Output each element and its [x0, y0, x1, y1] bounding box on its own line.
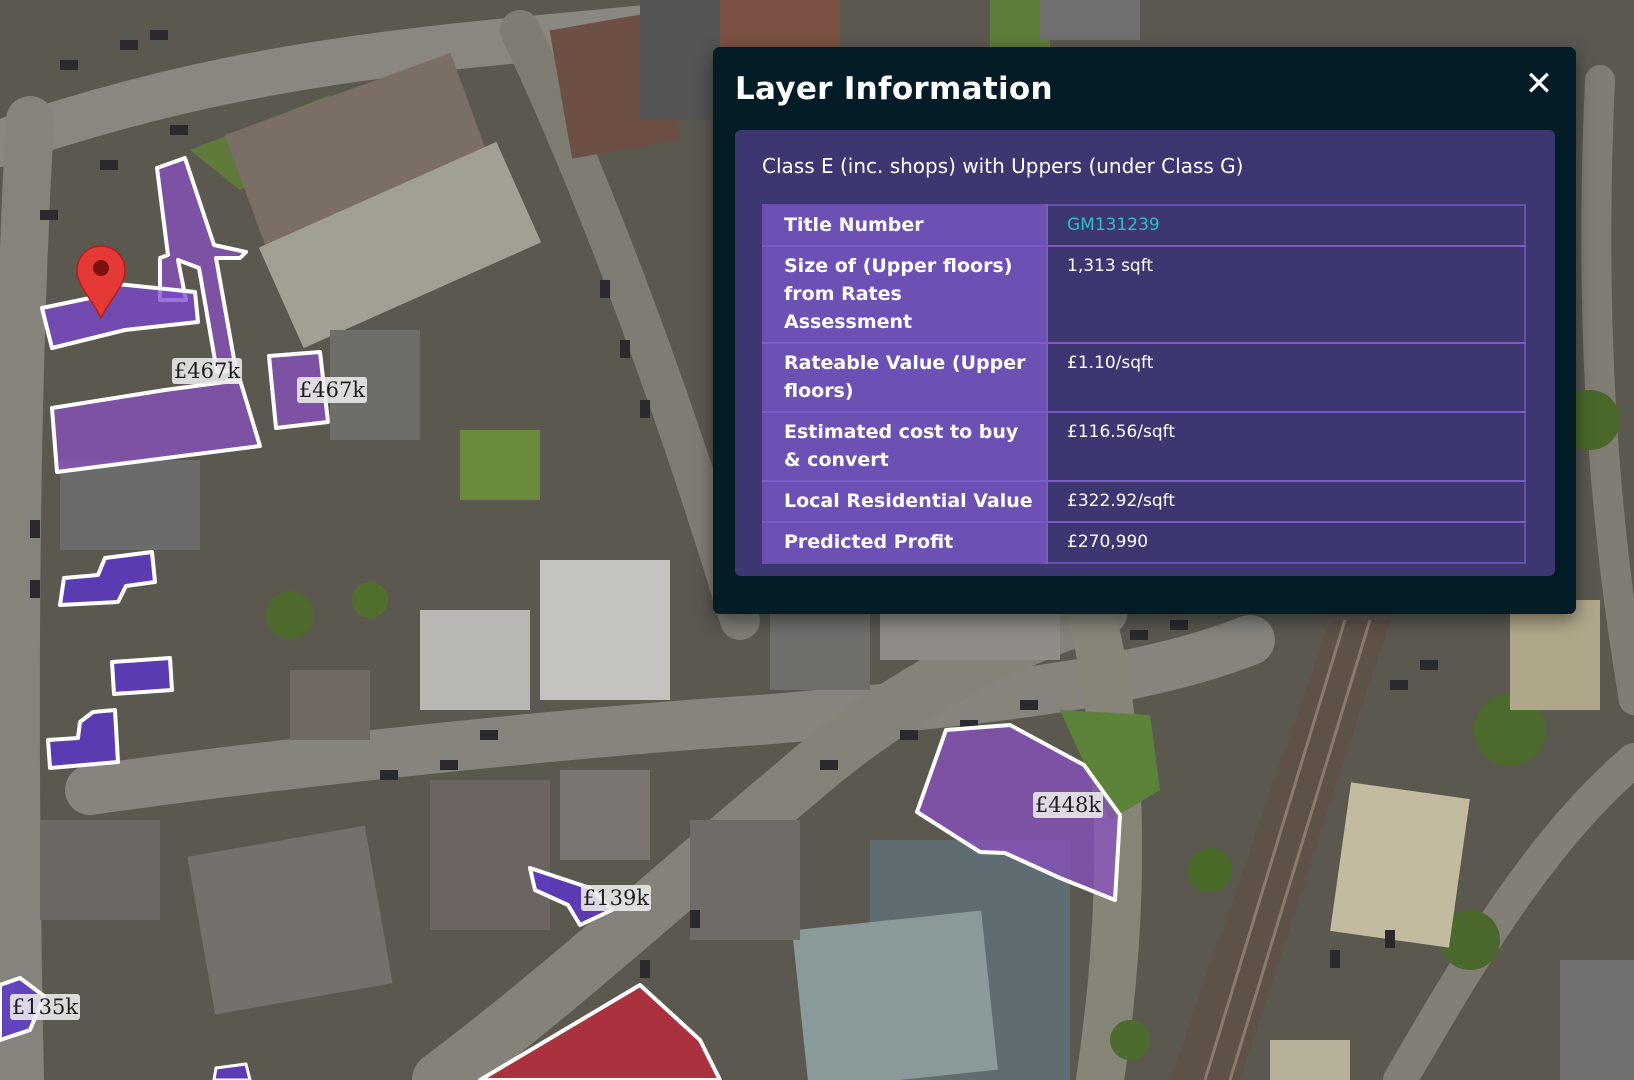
- row-key: Title Number: [763, 205, 1047, 246]
- svg-text:£467k: £467k: [299, 378, 365, 402]
- row-key: Rateable Value (Upper floors): [763, 342, 1047, 412]
- title-number-link[interactable]: GM131239: [1046, 205, 1525, 246]
- row-key: Local Residential Value: [763, 480, 1047, 522]
- row-value: £116.56/sqft: [1046, 411, 1525, 481]
- table-row: Local Residential Value £322.92/sqft: [763, 480, 1525, 522]
- plot-polygon: [212, 1062, 252, 1080]
- price-label[interactable]: £139k: [581, 885, 651, 911]
- price-label[interactable]: £448k: [1033, 792, 1103, 818]
- property-info-table: Title Number GM131239 Size of (Upper flo…: [762, 204, 1526, 564]
- close-icon[interactable]: ✕: [1522, 67, 1556, 101]
- table-row: Rateable Value (Upper floors) £1.10/sqft: [763, 342, 1525, 412]
- price-label[interactable]: £135k: [10, 994, 80, 1020]
- row-value: £1.10/sqft: [1046, 342, 1525, 412]
- table-row: Size of (Upper floors) from Rates Assess…: [763, 245, 1525, 343]
- layer-info-panel: Layer Information ✕ Class E (inc. shops)…: [713, 47, 1576, 614]
- price-label[interactable]: £467k: [172, 358, 242, 384]
- svg-text:£448k: £448k: [1035, 793, 1101, 817]
- svg-text:£467k: £467k: [174, 359, 240, 383]
- plot-polygon: [110, 656, 174, 696]
- row-key: Predicted Profit: [763, 521, 1047, 563]
- svg-text:£135k: £135k: [12, 995, 78, 1019]
- panel-body: Class E (inc. shops) with Uppers (under …: [735, 130, 1555, 576]
- svg-text:£139k: £139k: [583, 886, 649, 910]
- table-row: Title Number GM131239: [763, 205, 1525, 246]
- row-key: Estimated cost to buy & convert: [763, 411, 1047, 481]
- row-value: 1,313 sqft: [1046, 245, 1525, 343]
- row-value: £270,990: [1046, 521, 1525, 563]
- price-label[interactable]: £467k: [297, 377, 367, 403]
- panel-title: Layer Information: [735, 71, 1053, 107]
- table-row: Predicted Profit £270,990: [763, 521, 1525, 563]
- row-value: £322.92/sqft: [1046, 480, 1525, 522]
- layer-class-label: Class E (inc. shops) with Uppers (under …: [762, 154, 1244, 178]
- row-key: Size of (Upper floors) from Rates Assess…: [763, 245, 1047, 343]
- table-row: Estimated cost to buy & convert £116.56/…: [763, 411, 1525, 481]
